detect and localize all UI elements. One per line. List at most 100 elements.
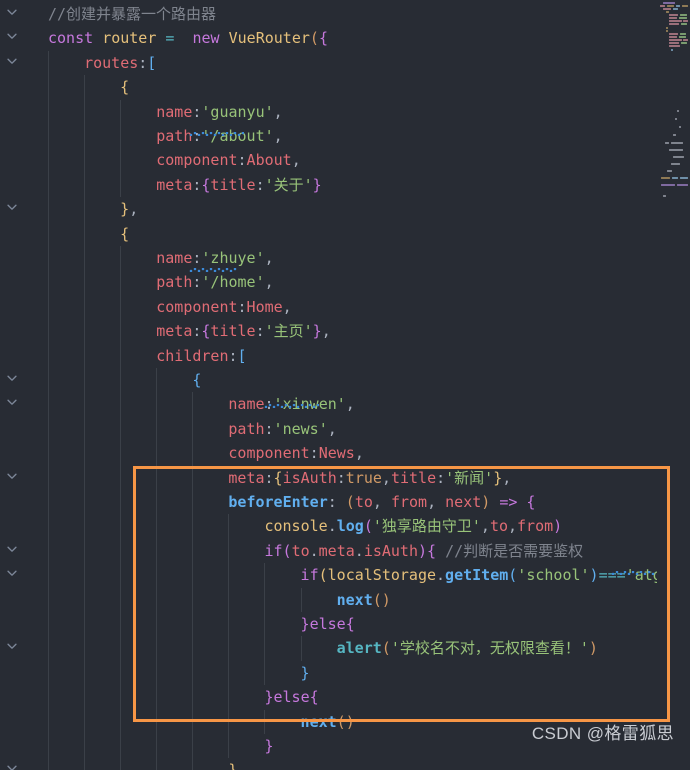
code-token: '独享路由守卫' — [372, 517, 481, 536]
chevron-down-icon[interactable] — [5, 469, 25, 489]
code-line[interactable]: next() — [0, 588, 690, 612]
minimap-row — [657, 163, 690, 165]
code-token: , — [321, 322, 331, 341]
code-token: : — [192, 322, 202, 341]
minimap-row — [657, 142, 690, 144]
code-token: next — [445, 493, 482, 511]
chevron-down-icon[interactable] — [5, 542, 25, 562]
code-line[interactable]: { — [0, 75, 690, 99]
code-line[interactable]: //创建并暴露一个路由器 — [0, 2, 690, 26]
minimap-token — [680, 177, 688, 179]
code-line[interactable]: name:'zhuye', — [0, 246, 690, 270]
code-token: } — [312, 175, 322, 194]
minimap-token — [673, 134, 676, 136]
chevron-down-icon[interactable] — [5, 395, 25, 415]
code-line[interactable]: component:Home, — [0, 295, 690, 319]
code-token: '/home' — [201, 273, 265, 292]
chevron-down-icon[interactable] — [5, 54, 25, 74]
code-token: beforeEnter — [228, 493, 328, 511]
code-token: path — [156, 273, 193, 292]
code-line[interactable]: meta:{title:'关于'} — [0, 173, 690, 197]
code-token: from — [517, 517, 554, 536]
code-token: routes — [84, 53, 139, 72]
code-line[interactable]: path:'/about', — [0, 124, 690, 148]
code-token: title — [390, 468, 437, 487]
code-line[interactable]: { — [0, 222, 690, 246]
code-line[interactable]: }, — [0, 197, 690, 221]
code-token: { — [192, 371, 202, 389]
code-token: . — [354, 541, 364, 560]
editor-minimap[interactable] — [657, 0, 690, 770]
code-token: , — [264, 249, 274, 267]
code-line[interactable]: component:News, — [0, 441, 690, 465]
code-line[interactable]: if(localStorage.getItem('school')==='atg… — [0, 563, 690, 587]
code-line[interactable]: }else{ — [0, 685, 690, 709]
minimap-row — [657, 177, 690, 179]
code-token: [ — [237, 346, 247, 365]
code-token: { — [120, 78, 130, 97]
code-token: VueRouter — [228, 29, 310, 48]
minimap-row — [657, 184, 690, 186]
code-token: to — [489, 517, 508, 536]
code-token: else — [309, 615, 346, 633]
minimap-token — [677, 110, 679, 112]
code-token: ( — [345, 493, 355, 511]
indent-guide — [264, 563, 266, 686]
editor-gutter — [0, 0, 48, 770]
code-line[interactable]: path:'news', — [0, 417, 690, 441]
chevron-down-icon[interactable] — [5, 566, 25, 586]
chevron-down-icon[interactable] — [5, 371, 25, 391]
code-line[interactable]: children:[ — [0, 344, 690, 368]
minimap-token — [680, 33, 686, 35]
code-token: console — [264, 517, 328, 536]
code-token: , — [282, 297, 292, 316]
code-token: { — [526, 493, 536, 511]
code-line[interactable]: alert('学校名不对，无权限查看！') — [0, 636, 690, 660]
code-line[interactable]: meta:{isAuth:true,title:'新闻'}, — [0, 466, 690, 490]
code-line[interactable]: path:'/home', — [0, 270, 690, 294]
code-token: alert — [336, 639, 382, 658]
code-token: path — [228, 419, 265, 438]
chevron-down-icon[interactable] — [5, 639, 25, 659]
code-token: , — [273, 102, 283, 121]
code-line[interactable]: } — [0, 758, 690, 770]
code-line[interactable]: name:'guanyu', — [0, 100, 690, 124]
code-token: ) — [481, 493, 491, 511]
code-token: name — [156, 102, 193, 121]
chevron-down-icon[interactable] — [5, 5, 25, 25]
minimap-token — [669, 14, 678, 16]
code-token: About — [246, 151, 292, 170]
chevron-down-icon[interactable] — [5, 200, 25, 220]
code-line[interactable]: { — [0, 368, 690, 392]
minimap-row — [657, 110, 690, 112]
code-token: '/about' — [201, 127, 274, 145]
code-line[interactable]: routes:[ — [0, 51, 690, 75]
code-line[interactable]: } — [0, 661, 690, 685]
minimap-row — [657, 170, 690, 172]
code-line[interactable]: component:About, — [0, 148, 690, 172]
chevron-down-icon[interactable] — [5, 761, 25, 770]
minimap-row — [657, 14, 690, 16]
code-token: . — [309, 541, 319, 560]
minimap-row — [657, 23, 690, 25]
code-token: } — [312, 322, 322, 341]
minimap-row — [657, 30, 690, 32]
chevron-down-icon[interactable] — [5, 29, 25, 49]
code-line[interactable]: const router = new VueRouter({ — [0, 26, 690, 50]
code-line[interactable]: name:'xinwen', — [0, 392, 690, 416]
code-line[interactable]: beforeEnter: (to, from, next) => { — [0, 490, 690, 514]
indent-guide — [264, 709, 266, 734]
code-token: , — [291, 151, 301, 170]
minimap-row — [657, 33, 690, 35]
code-surface[interactable]: //创建并暴露一个路由器 const router = new VueRouter… — [0, 0, 671, 770]
minimap-row — [657, 8, 690, 10]
code-token: , — [354, 444, 364, 463]
code-token: } — [493, 468, 503, 487]
code-line[interactable]: meta:{title:'主页'}, — [0, 319, 690, 343]
code-line[interactable]: if(to.meta.isAuth){ //判断是否需要鉴权 — [0, 539, 690, 563]
code-line[interactable]: console.log('独享路由守卫',to,from) — [0, 514, 690, 538]
code-line[interactable]: }else{ — [0, 612, 690, 636]
